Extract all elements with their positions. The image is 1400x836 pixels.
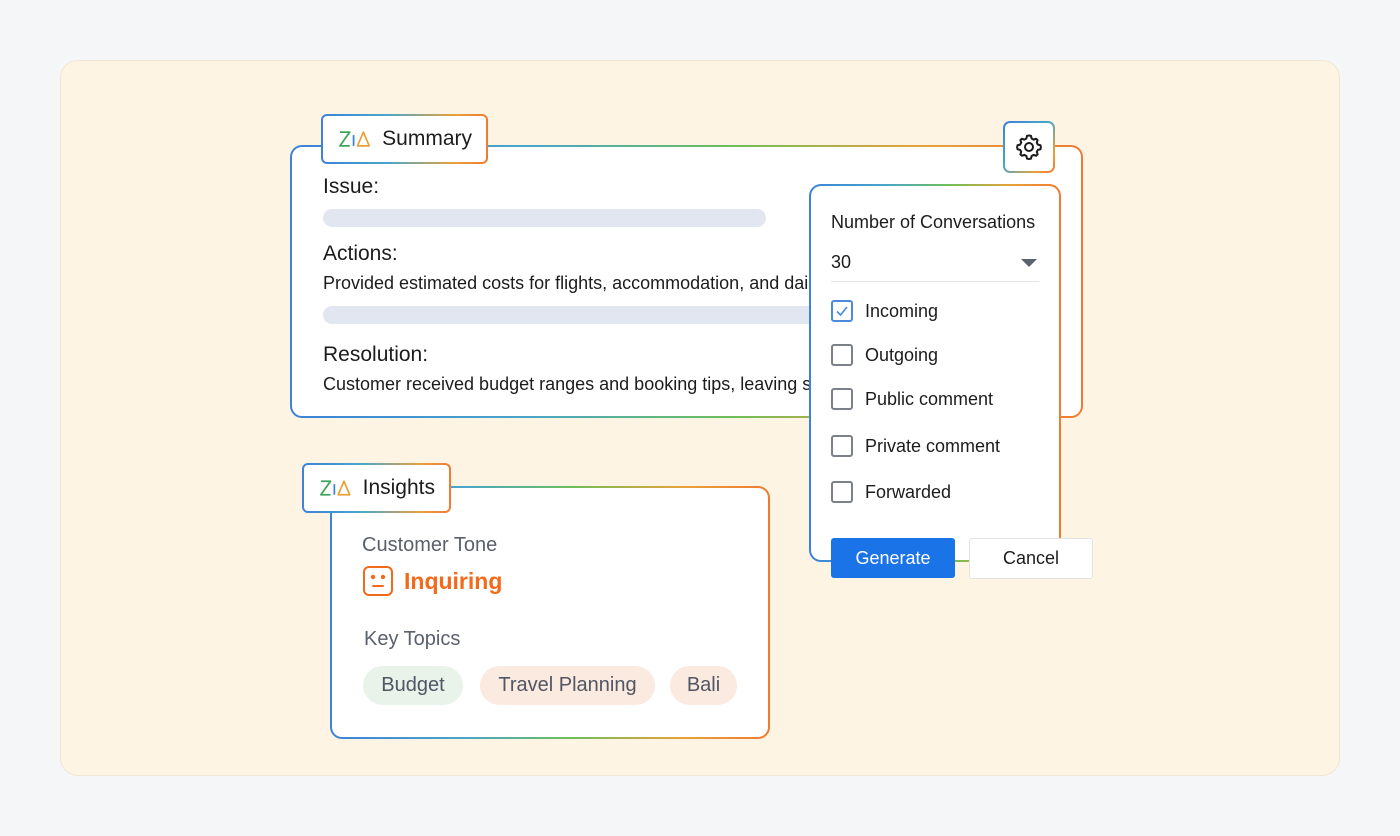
actions-text: Provided estimated costs for flights, ac… (323, 273, 813, 293)
option-private-comment[interactable]: Private comment (831, 435, 1000, 457)
incoming-label: Incoming (865, 300, 939, 321)
actions-label: Actions: (323, 242, 398, 265)
summary-tag-label: Summary (382, 127, 472, 150)
generate-button[interactable]: Generate (831, 538, 955, 578)
insights-tag-label: Insights (362, 476, 435, 499)
actions-placeholder-bar (323, 306, 823, 324)
settings-button[interactable] (1003, 121, 1055, 173)
private-comment-checkbox[interactable] (831, 435, 853, 457)
caret-down-icon (1021, 258, 1037, 267)
option-public-comment[interactable]: Public comment (831, 388, 993, 410)
outgoing-checkbox[interactable] (831, 344, 853, 366)
forwarded-label: Forwarded (865, 481, 952, 502)
summary-tag: Summary (321, 114, 488, 164)
resolution-label: Resolution: (323, 343, 429, 366)
zia-logo-icon (339, 131, 371, 147)
insights-tag: Insights (302, 463, 451, 513)
customer-tone-value: Inquiring (404, 567, 503, 594)
option-forwarded[interactable]: Forwarded (831, 481, 951, 503)
topic-chip-bali: Bali (670, 666, 737, 705)
issue-placeholder-bar (323, 209, 766, 227)
forwarded-checkbox[interactable] (831, 481, 853, 503)
face-icon (363, 566, 393, 596)
conversations-count-select[interactable]: 30 (831, 244, 1039, 282)
public-comment-label: Public comment (865, 388, 994, 409)
topic-chip-travel-planning: Travel Planning (480, 666, 655, 705)
option-outgoing[interactable]: Outgoing (831, 344, 938, 366)
incoming-checkbox[interactable] (831, 300, 853, 322)
checkmark-icon (836, 306, 848, 317)
issue-label: Issue: (323, 175, 380, 198)
topic-chip-budget: Budget (363, 666, 463, 705)
conversations-count-label: Number of Conversations (831, 212, 1036, 232)
zia-logo-icon (320, 480, 351, 496)
customer-tone: Inquiring (362, 565, 502, 597)
customer-tone-label: Customer Tone (362, 534, 498, 556)
conversations-count-value: 30 (831, 252, 852, 272)
public-comment-checkbox[interactable] (831, 388, 853, 410)
settings-popover: Number of Conversations 30 Incoming Outg… (809, 184, 1061, 562)
outgoing-label: Outgoing (865, 344, 939, 365)
private-comment-label: Private comment (865, 435, 1001, 456)
cancel-button[interactable]: Cancel (969, 538, 1093, 579)
gear-icon (1016, 134, 1042, 160)
option-incoming[interactable]: Incoming (831, 300, 938, 322)
resolution-text: Customer received budget ranges and book… (323, 374, 813, 394)
key-topics-label: Key Topics (364, 628, 461, 650)
